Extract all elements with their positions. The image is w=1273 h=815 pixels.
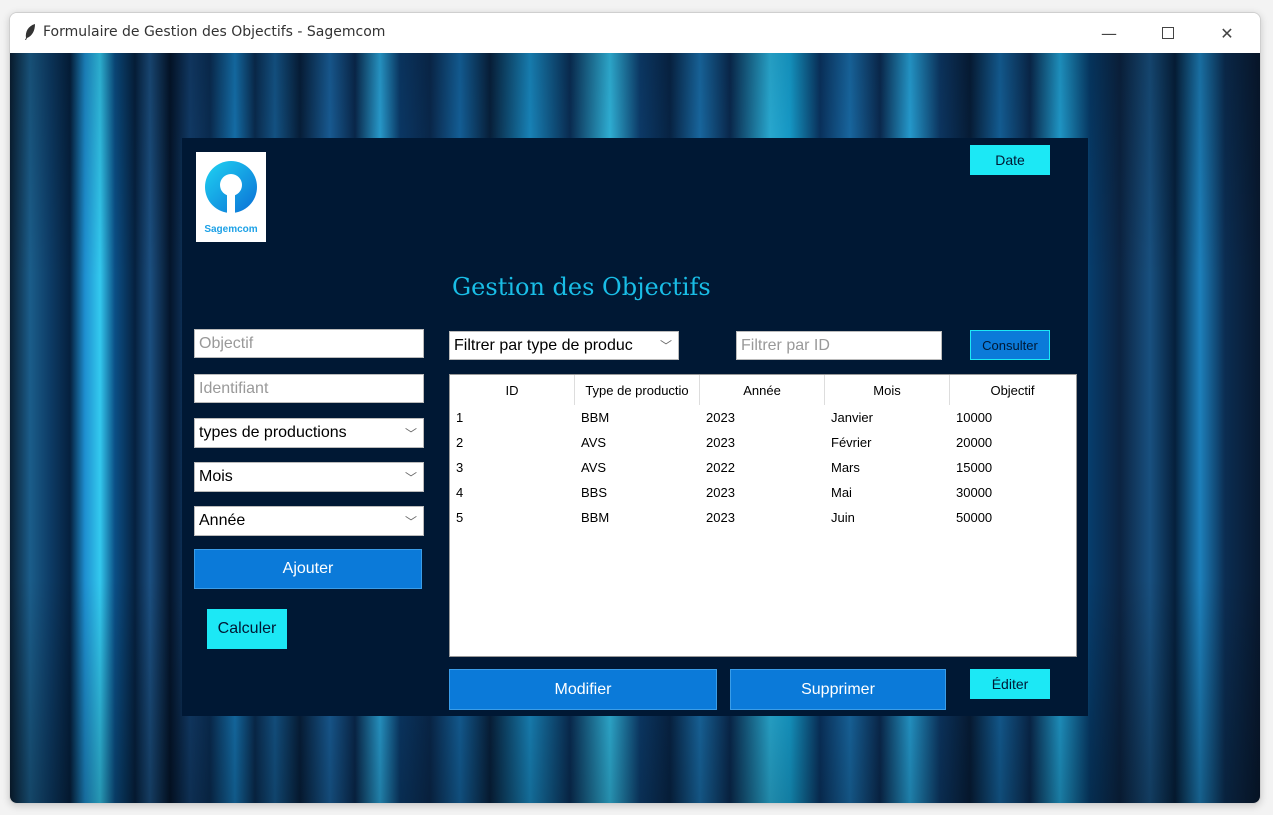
- mois-select[interactable]: Mois ﹀: [194, 462, 424, 492]
- table-row[interactable]: 3 AVS 2022 Mars 15000: [450, 455, 1076, 480]
- date-button[interactable]: Date: [970, 145, 1050, 175]
- table-cell: Mars: [831, 460, 860, 475]
- table-cell: 2023: [706, 435, 735, 450]
- supprimer-button[interactable]: Supprimer: [730, 669, 946, 710]
- window-title: Formulaire de Gestion des Objectifs - Sa…: [43, 24, 386, 40]
- ajouter-button[interactable]: Ajouter: [194, 549, 422, 589]
- consulter-button[interactable]: Consulter: [970, 330, 1050, 360]
- table-row[interactable]: 1 BBM 2023 Janvier 10000: [450, 405, 1076, 430]
- close-button[interactable]: ✕: [1198, 13, 1256, 53]
- column-header[interactable]: Mois: [825, 375, 950, 405]
- table-cell: 2023: [706, 410, 735, 425]
- table-cell: 20000: [956, 435, 993, 450]
- table-cell: Juin: [831, 510, 855, 525]
- table-row[interactable]: 4 BBS 2023 Mai 30000: [450, 480, 1076, 505]
- table-cell: 3: [456, 460, 464, 475]
- chevron-down-icon: ﹀: [404, 426, 417, 441]
- objectifs-table[interactable]: ID Type de productio Année Mois Objectif…: [449, 374, 1077, 657]
- table-cell: AVS: [581, 435, 607, 450]
- sagemcom-logo: Sagemcom: [196, 152, 266, 242]
- table-row[interactable]: 2 AVS 2023 Février 20000: [450, 430, 1076, 455]
- maximize-button[interactable]: [1139, 13, 1197, 53]
- table-cell: 2022: [706, 460, 735, 475]
- objectif-field[interactable]: Objectif: [194, 329, 424, 358]
- table-cell: Janvier: [831, 410, 873, 425]
- annee-select[interactable]: Année ﹀: [194, 506, 424, 536]
- chevron-down-icon: ﹀: [404, 514, 417, 529]
- table-cell: 2023: [706, 485, 735, 500]
- page-title: Gestion des Objectifs: [452, 273, 711, 301]
- table-cell: 4: [456, 485, 464, 500]
- identifiant-field[interactable]: Identifiant: [194, 374, 424, 403]
- minimize-button[interactable]: —: [1080, 13, 1138, 53]
- calculer-button[interactable]: Calculer: [207, 609, 287, 649]
- table-cell: 30000: [956, 485, 993, 500]
- column-header[interactable]: Année: [700, 375, 825, 405]
- feather-icon: [25, 24, 35, 40]
- table-cell: 15000: [956, 460, 993, 475]
- chevron-down-icon: ﹀: [659, 339, 672, 353]
- type-production-value: types de productions: [199, 424, 347, 441]
- filter-id-field[interactable]: Filtrer par ID: [736, 331, 942, 360]
- title-bar: Formulaire de Gestion des Objectifs - Sa…: [10, 13, 1260, 53]
- minimize-icon: —: [1101, 23, 1117, 43]
- logo-ring-icon: [205, 161, 257, 217]
- filter-type-select[interactable]: Filtrer par type de produc ﹀: [449, 331, 679, 360]
- table-cell: BBS: [581, 485, 608, 500]
- column-header[interactable]: Objectif: [950, 375, 1075, 405]
- logo-label: Sagemcom: [204, 224, 258, 235]
- type-production-select[interactable]: types de productions ﹀: [194, 418, 424, 448]
- main-panel: Sagemcom Date Gestion des Objectifs Obje…: [182, 138, 1088, 716]
- table-cell: 2: [456, 435, 464, 450]
- table-cell: Février: [831, 435, 872, 450]
- modifier-button[interactable]: Modifier: [449, 669, 717, 710]
- table-cell: Mai: [831, 485, 852, 500]
- table-cell: 50000: [956, 510, 993, 525]
- annee-value: Année: [199, 512, 246, 529]
- table-cell: 10000: [956, 410, 993, 425]
- table-header: ID Type de productio Année Mois Objectif: [450, 375, 1076, 405]
- app-window: Formulaire de Gestion des Objectifs - Sa…: [9, 12, 1261, 804]
- column-header[interactable]: ID: [450, 375, 575, 405]
- filter-type-value: Filtrer par type de produc: [454, 336, 633, 354]
- table-cell: 5: [456, 510, 464, 525]
- background: Sagemcom Date Gestion des Objectifs Obje…: [10, 53, 1260, 803]
- table-row[interactable]: 5 BBM 2023 Juin 50000: [450, 505, 1076, 530]
- close-icon: ✕: [1220, 23, 1234, 43]
- table-cell: BBM: [581, 510, 610, 525]
- editer-button[interactable]: Éditer: [970, 669, 1050, 699]
- column-header[interactable]: Type de productio: [575, 375, 700, 405]
- table-cell: BBM: [581, 410, 610, 425]
- table-cell: AVS: [581, 460, 607, 475]
- chevron-down-icon: ﹀: [404, 470, 417, 485]
- maximize-icon: [1162, 27, 1174, 39]
- mois-value: Mois: [199, 468, 233, 485]
- table-cell: 2023: [706, 510, 735, 525]
- table-cell: 1: [456, 410, 464, 425]
